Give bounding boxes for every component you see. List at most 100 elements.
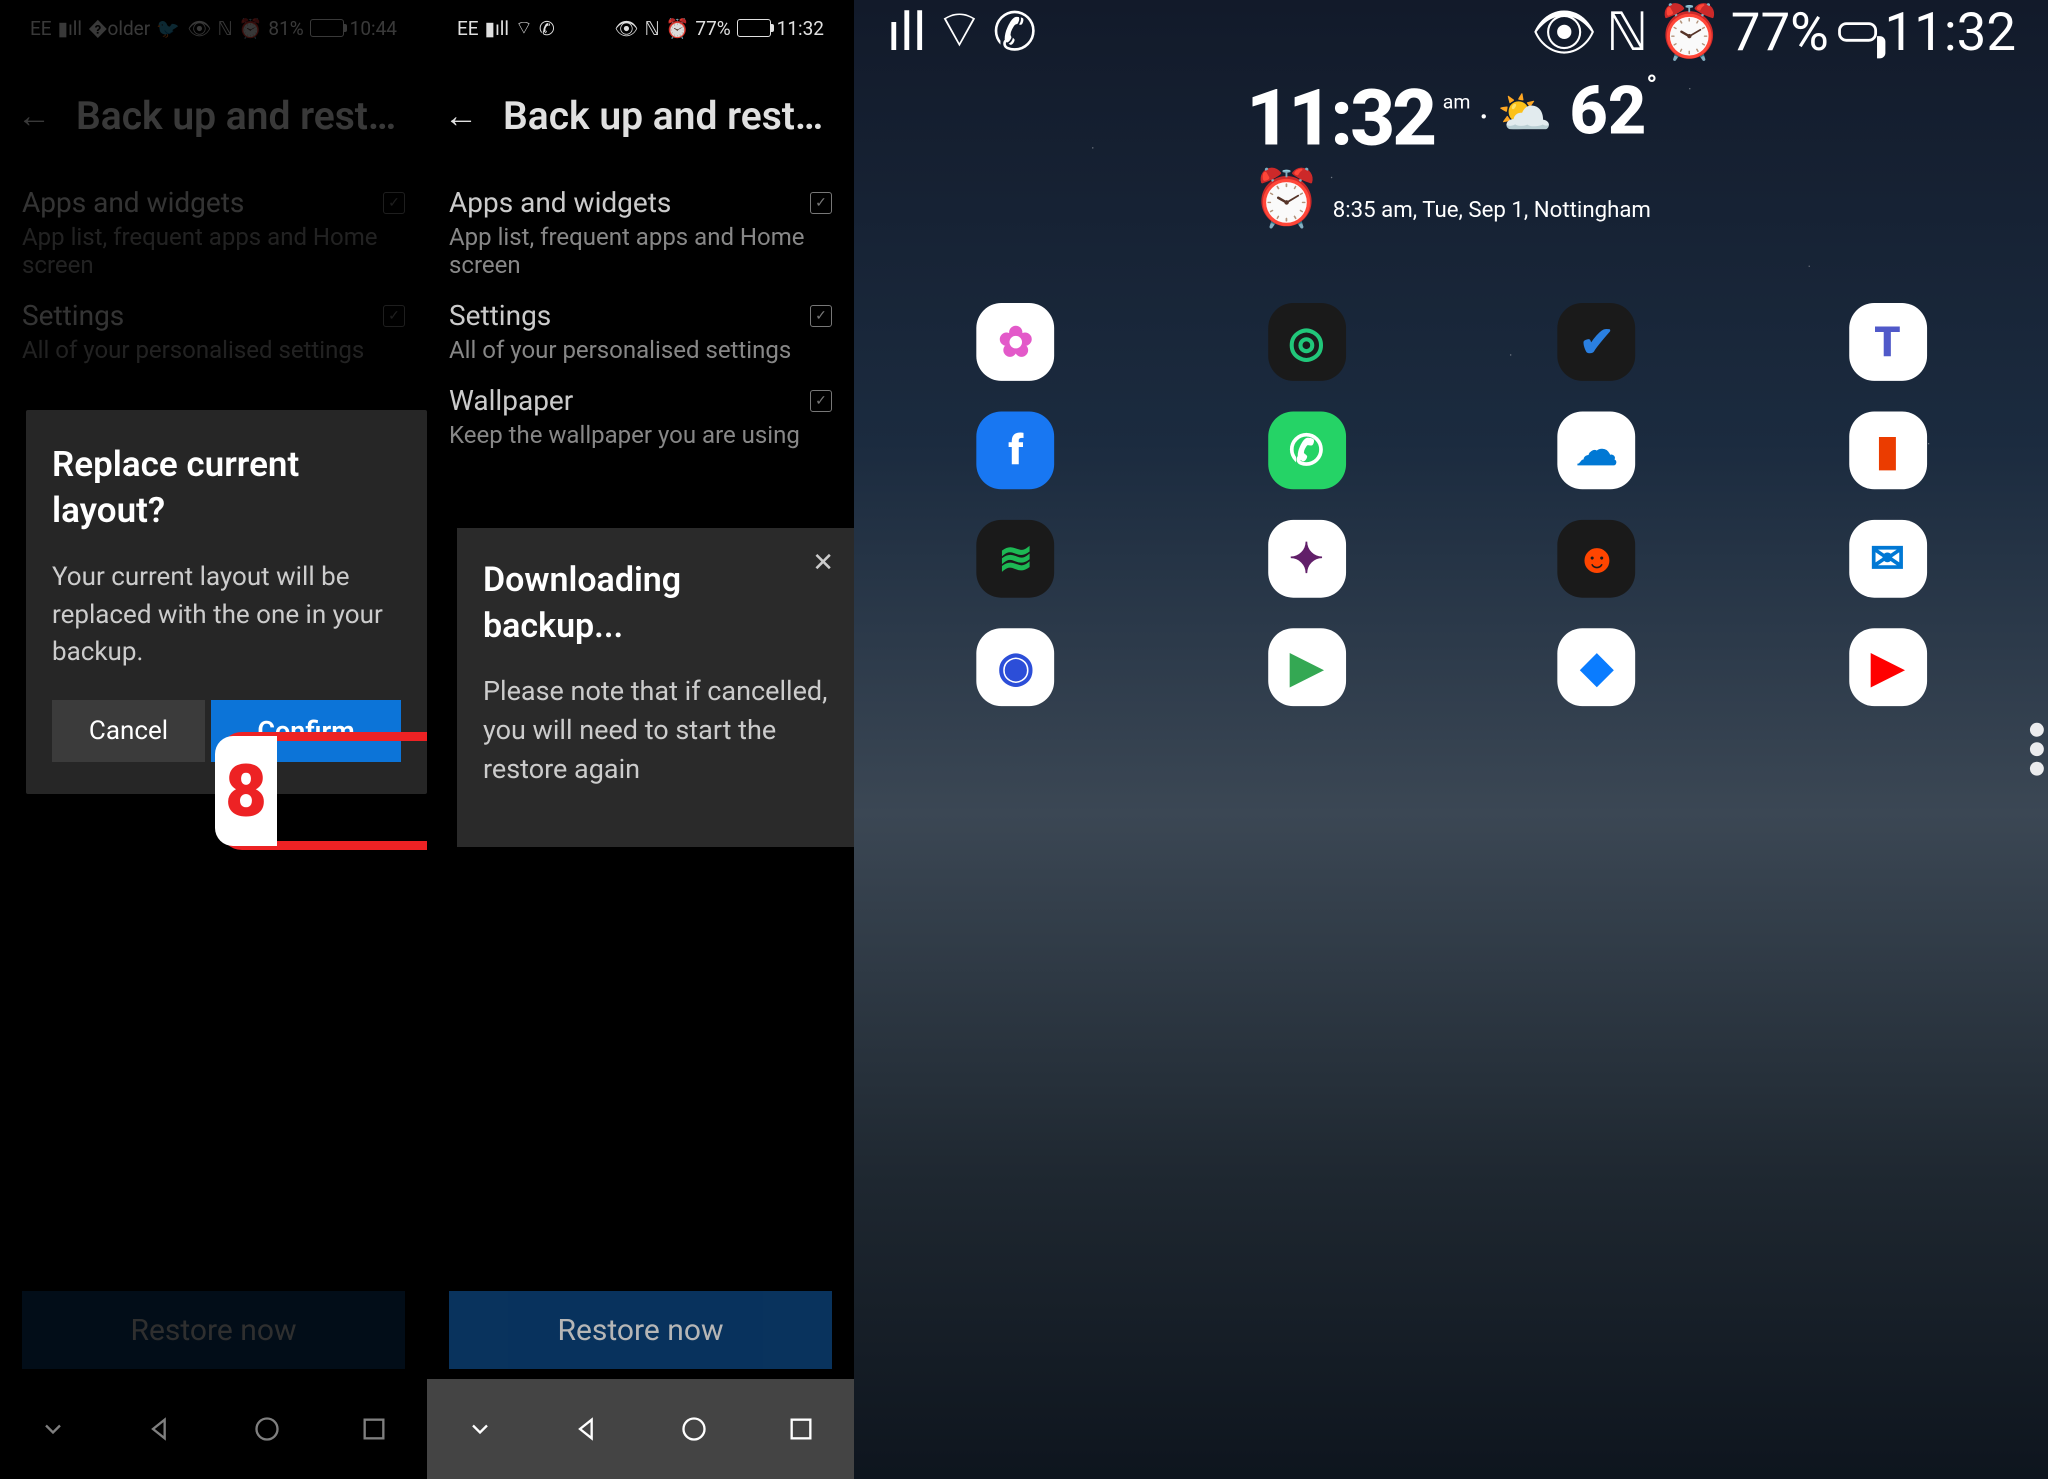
battery-icon (310, 19, 344, 37)
cancel-button[interactable]: Cancel (52, 700, 205, 762)
outlook-icon: ✉ (1870, 534, 1905, 584)
camera-icon: ◎ (1288, 317, 1324, 367)
battery-pct: 77% (695, 17, 730, 40)
nav-recent-icon[interactable] (782, 1410, 820, 1448)
nav-keyboard-icon[interactable] (461, 1410, 499, 1448)
signal-icon: ▮ıll (58, 17, 82, 40)
title-bar: ← Back up and rest… (0, 56, 427, 176)
spotify-icon: ≋ (998, 534, 1033, 584)
app-office[interactable]: ▮ (1849, 411, 1927, 489)
app-messenger[interactable]: ◆ (1558, 628, 1636, 706)
clock-ampm: am (1443, 92, 1471, 114)
page-title: Back up and rest… (76, 93, 411, 139)
app-simplenote[interactable]: ◉ (977, 628, 1055, 706)
app-todo[interactable]: ✔ (1558, 303, 1636, 381)
downloading-dialog: ✕ Downloading backup... Please note that… (457, 528, 854, 847)
restore-button[interactable]: Restore now (449, 1291, 832, 1369)
status-time: 10:44 (350, 17, 397, 40)
separator-dot: · (1479, 96, 1489, 140)
screen-1: EE ▮ıll �older 🐦 👁 ℕ ⏰ 81% 10:44 ← Back … (0, 0, 427, 1479)
eye-icon: 👁 (614, 17, 638, 40)
checkbox-icon[interactable]: ✓ (810, 192, 832, 214)
checkbox-icon[interactable]: ✓ (383, 192, 405, 214)
option-apps-widgets[interactable]: Apps and widgets App list, frequent apps… (0, 176, 427, 289)
eye-icon: 👁 (187, 17, 211, 40)
checkbox-icon[interactable]: ✓ (383, 305, 405, 327)
nav-keyboard-icon[interactable] (34, 1410, 72, 1448)
weather-widget[interactable]: ⛅ 62° (1497, 72, 1657, 150)
status-bar: ıll ⌔ ✆ 👁 ℕ ⏰ 77% 11:32 (854, 0, 2048, 61)
nav-bar (0, 1379, 427, 1479)
status-time: 11:32 (777, 17, 824, 40)
dialog-title: Replace current layout? (52, 442, 401, 533)
nfc-icon: ℕ (645, 17, 660, 40)
alarm-icon: ⏰ (1252, 164, 1321, 231)
option-sub: Keep the wallpaper you are using (449, 421, 810, 449)
close-icon[interactable]: ✕ (812, 548, 834, 578)
nav-recent-icon[interactable] (355, 1410, 393, 1448)
alarm-icon: ⏰ (1657, 0, 1723, 63)
app-gallery[interactable]: ✿ (977, 303, 1055, 381)
clock-time: 11:32 (1246, 72, 1434, 164)
clock-widget[interactable]: 11:32 am · ⛅ 62° (854, 61, 2048, 164)
option-title: Wallpaper (449, 384, 810, 417)
todo-icon: ✔ (1579, 317, 1614, 367)
status-bar: EE ▮ıll �older 🐦 👁 ℕ ⏰ 81% 10:44 (0, 0, 427, 56)
teams-icon: T (1874, 317, 1900, 367)
option-title: Apps and widgets (449, 186, 810, 219)
status-time: 11:32 (1884, 0, 2016, 63)
signal-icon: ▮ıll (485, 17, 509, 40)
back-icon[interactable]: ← (16, 98, 52, 134)
app-youtube[interactable]: ▶ (1849, 628, 1927, 706)
app-onedrive[interactable]: ☁ (1558, 411, 1636, 489)
weather-icon: ⛅ (1497, 85, 1552, 138)
eye-icon: 👁 (1531, 0, 1598, 63)
onedrive-icon: ☁ (1576, 425, 1618, 475)
app-camera[interactable]: ◎ (1268, 303, 1346, 381)
wifi-icon: ⌔ (934, 0, 984, 64)
title-bar: ← Back up and rest… (427, 56, 854, 176)
app-facebook[interactable]: f (977, 411, 1055, 489)
carrier: EE (30, 17, 52, 40)
checkbox-icon[interactable]: ✓ (810, 390, 832, 412)
dialog-title: Downloading backup... (483, 558, 828, 650)
back-icon[interactable]: ← (443, 98, 479, 134)
weather-temp: 62° (1569, 72, 1657, 150)
app-outlook[interactable]: ✉ (1849, 520, 1927, 598)
alarm-icon: ⏰ (666, 17, 690, 40)
option-title: Settings (449, 299, 810, 332)
app-slack[interactable]: ✦ (1268, 520, 1346, 598)
date-location[interactable]: ⏰8:35 am, Tue, Sep 1, Nottingham (854, 164, 2048, 231)
option-settings[interactable]: Settings All of your personalised settin… (427, 289, 854, 374)
nav-back-icon[interactable] (568, 1410, 606, 1448)
nav-home-icon[interactable] (675, 1410, 713, 1448)
page-title: Back up and rest… (503, 93, 838, 139)
app-spotify[interactable]: ≋ (977, 520, 1055, 598)
reddit-icon: ☻ (1575, 534, 1619, 584)
facebook-icon: f (1008, 425, 1023, 475)
checkbox-icon[interactable]: ✓ (810, 305, 832, 327)
wifi-icon: ⌔ (515, 16, 533, 40)
dialog-body: Your current layout will be replaced wit… (52, 559, 401, 672)
app-teams[interactable]: T (1849, 303, 1927, 381)
messenger-icon: ◆ (1581, 642, 1613, 692)
nav-back-icon[interactable] (141, 1410, 179, 1448)
screen-3-home: ıll ⌔ ✆ 👁 ℕ ⏰ 77% 11:32 11:32 am · (854, 0, 2048, 1479)
status-bar: EE ▮ıll ⌔ ✆ 👁 ℕ ⏰ 77% 11:32 (427, 0, 854, 56)
app-whatsapp[interactable]: ✆ (1268, 411, 1346, 489)
nfc-icon: ℕ (218, 17, 233, 40)
option-settings[interactable]: Settings All of your personalised settin… (0, 289, 427, 374)
whatsapp-notif-icon: ✆ (539, 17, 555, 40)
option-apps-widgets[interactable]: Apps and widgets App list, frequent apps… (427, 176, 854, 289)
nav-home-icon[interactable] (248, 1410, 286, 1448)
option-wallpaper[interactable]: Wallpaper Keep the wallpaper you are usi… (427, 374, 854, 459)
youtube-icon: ▶ (1871, 642, 1903, 692)
app-grid: ✿ ◎ ✔ Tf ✆ ☁ ▮ ≋ ✦ ☻ ✉ ◉ ▶ ◆ ▶ (854, 303, 2048, 706)
office-icon: ▮ (1876, 425, 1899, 475)
app-reddit[interactable]: ☻ (1558, 520, 1636, 598)
alarm-icon: ⏰ (239, 17, 263, 40)
whatsapp-notif-icon: ✆ (993, 0, 1037, 63)
restore-button[interactable]: Restore now (22, 1291, 405, 1369)
wifi-icon: �older (88, 17, 150, 40)
app-play[interactable]: ▶ (1268, 628, 1346, 706)
